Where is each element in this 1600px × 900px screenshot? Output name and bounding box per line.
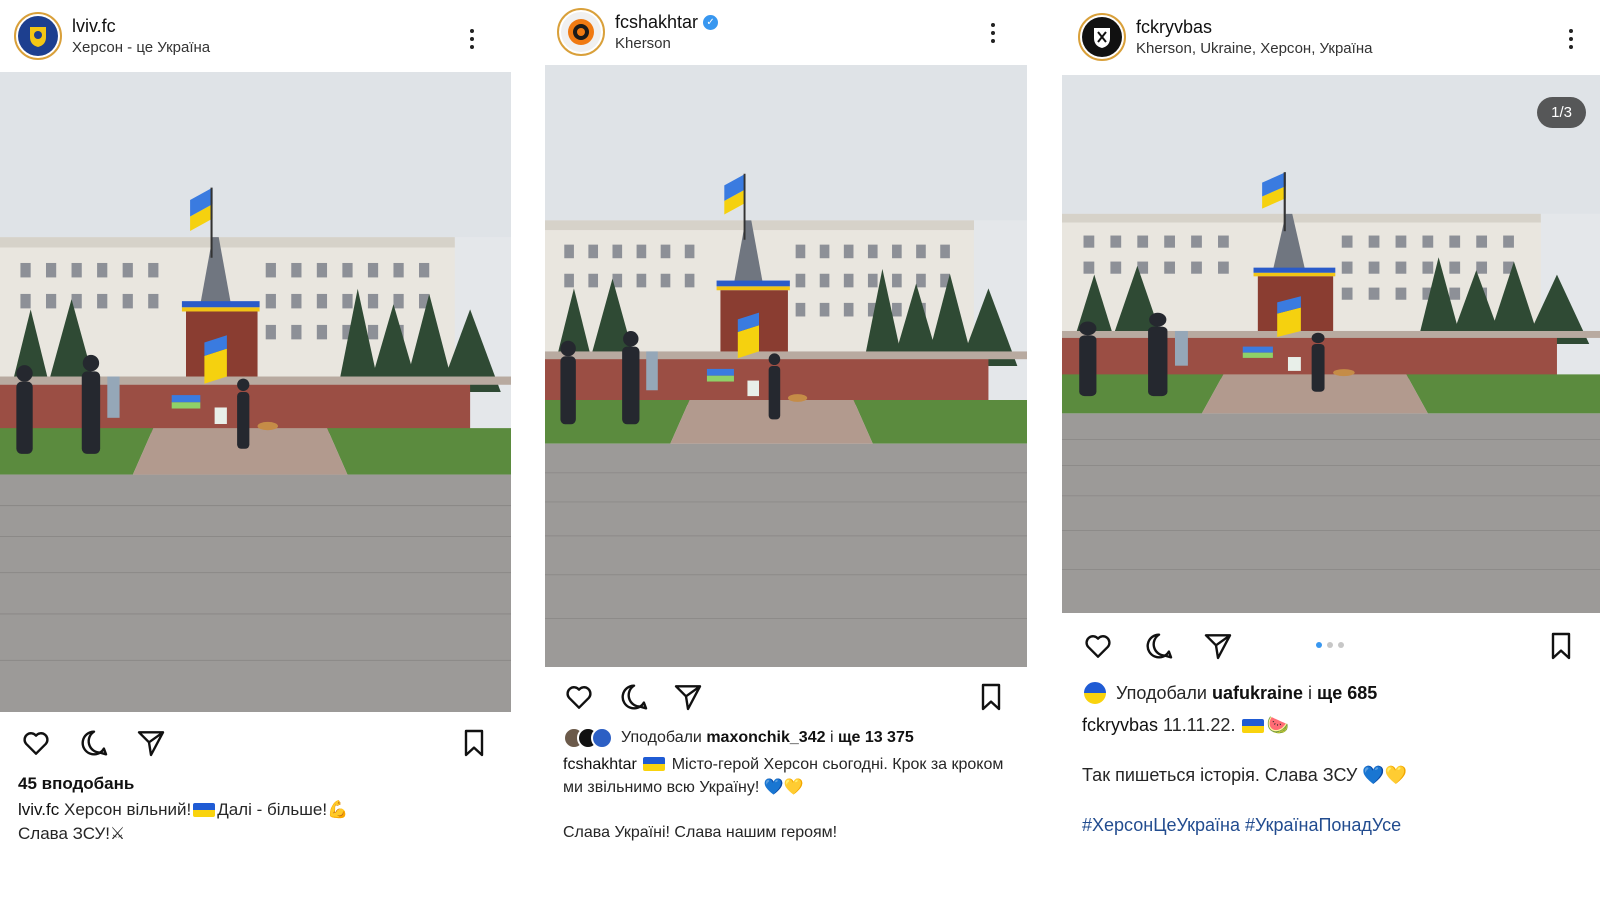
post-header: fckryvbas Kherson, Ukraine, Херсон, Укра… [1062,0,1600,74]
carousel-dots[interactable] [1316,642,1344,648]
post-shakhtar: fcshakhtar ✓ Kherson Уподобали maxonchik_… [545,0,1027,900]
caption-block: Уподобали maxonchik_342 і ще 13 375 fcsh… [563,726,1018,844]
caption-username[interactable]: fcshakhtar [563,756,637,773]
liked-by-row: Уподобали uafukraine і ще 685 [1082,680,1592,706]
caption-line-2: Слава ЗСУ!⚔ [18,822,498,846]
action-bar [1062,626,1600,666]
caption-line-2: Так пишеться історія. Слава ЗСУ 💙💛 [1082,762,1592,788]
username[interactable]: fcshakhtar ✓ [615,12,719,33]
post-header: fcshakhtar ✓ Kherson [545,0,1027,64]
shakhtar-crest-icon [568,19,594,45]
liked-by-prefix: Уподобали [621,729,702,746]
post-photo[interactable] [545,65,1027,667]
comment-icon[interactable] [78,727,110,759]
carousel-dot[interactable] [1316,642,1322,648]
liked-by-text: Уподобали uafukraine і ще 685 [1116,680,1377,706]
verified-badge-icon: ✓ [703,15,719,30]
avatar[interactable] [1078,13,1126,61]
kryvbas-crest-icon [1094,28,1110,48]
bookmark-icon[interactable] [458,727,490,759]
likes-count[interactable]: 45 вподобань [18,772,498,796]
username-text[interactable]: fcshakhtar [615,12,698,33]
more-options-icon[interactable] [460,24,484,54]
location[interactable]: Kherson, Ukraine, Херсон, Україна [1136,40,1372,57]
location[interactable]: Херсон - це Україна [72,39,210,56]
liked-by-count[interactable]: ще 685 [1317,683,1377,703]
liked-by-user[interactable]: uafukraine [1212,683,1303,703]
share-icon[interactable] [672,681,704,713]
action-bar [545,677,1027,717]
caption-line: lviv.fc Херсон вільний! Далі - більше!💪 [18,798,498,822]
post-photo[interactable]: 1/3 [1062,75,1600,613]
ukraine-flag-emoji [1242,719,1265,733]
liker-avatar[interactable] [1082,680,1108,706]
swords-emoji: ⚔ [109,824,126,843]
username-text[interactable]: lviv.fc [72,16,116,37]
caption-line-2: Слава Україні! Слава нашим героям! [563,824,838,841]
heart-icon[interactable] [20,727,52,759]
ukraine-flag-emoji [643,757,666,771]
bookmark-icon[interactable] [975,681,1007,713]
avatar[interactable] [14,12,62,60]
caption-text: Так пишеться історія. Слава ЗСУ [1082,765,1358,785]
share-icon[interactable] [135,727,167,759]
caption-date: 11.11.22. [1163,715,1236,735]
carousel-dot[interactable] [1327,642,1333,648]
liked-by-user[interactable]: maxonchik_342 [706,729,825,746]
liked-by-mid: і [1308,683,1313,703]
liked-by-mid: і [829,729,834,746]
caption-line: fcshakhtar Місто-герой Херсон сьогодні. … [563,753,1018,799]
liked-by-row: Уподобали maxonchik_342 і ще 13 375 [563,726,1018,749]
caption-username[interactable]: fckryvbas [1082,715,1158,735]
caption-username[interactable]: lviv.fc [18,800,59,819]
liked-by-text: Уподобали maxonchik_342 і ще 13 375 [621,726,914,749]
post-lviv: lviv.fc Херсон - це Україна 45 вподобань… [0,0,511,900]
more-options-icon[interactable] [1559,24,1583,54]
caption-block: 45 вподобань lviv.fc Херсон вільний! Далі… [18,772,498,846]
post-header: lviv.fc Херсон - це Україна [0,0,511,72]
location[interactable]: Kherson [615,35,718,52]
comment-icon[interactable] [1143,630,1175,662]
post-kryvbas: fckryvbas Kherson, Ukraine, Херсон, Укра… [1062,0,1600,900]
avatar[interactable] [557,8,605,56]
share-icon[interactable] [1202,630,1234,662]
heart-icon[interactable] [563,681,595,713]
action-bar [0,723,511,763]
liked-by-prefix: Уподобали [1116,683,1207,703]
caption-text-2: Далі - більше! [217,800,328,819]
ukraine-flag-emoji [193,803,216,817]
flex-emoji: 💪 [327,800,349,819]
caption-text: Херсон вільний! [63,800,192,819]
hearts-emoji: 💙💛 [1362,765,1408,785]
liked-by-count[interactable]: ще 13 375 [838,729,914,746]
liker-avatars[interactable] [563,726,613,749]
more-options-icon[interactable] [981,18,1005,48]
bookmark-icon[interactable] [1545,630,1577,662]
username[interactable]: lviv.fc [72,16,210,37]
hearts-emoji: 💙💛 [763,779,804,796]
photo-counter: 1/3 [1537,97,1586,128]
caption-line: fckryvbas 11.11.22. 🍉 [1082,712,1592,738]
watermelon-emoji: 🍉 [1266,715,1289,735]
caption-block: Уподобали uafukraine і ще 685 fckryvbas … [1082,680,1592,838]
caption-text-3: Слава ЗСУ! [18,824,110,843]
heart-icon[interactable] [1082,630,1114,662]
username[interactable]: fckryvbas [1136,17,1372,38]
lion-crest-icon [30,27,46,47]
comment-icon[interactable] [618,681,650,713]
username-text[interactable]: fckryvbas [1136,17,1212,38]
hashtags[interactable]: #ХерсонЦеУкраїна #УкраїнаПонадУсе [1082,812,1592,838]
post-photo[interactable] [0,72,511,712]
carousel-dot[interactable] [1338,642,1344,648]
